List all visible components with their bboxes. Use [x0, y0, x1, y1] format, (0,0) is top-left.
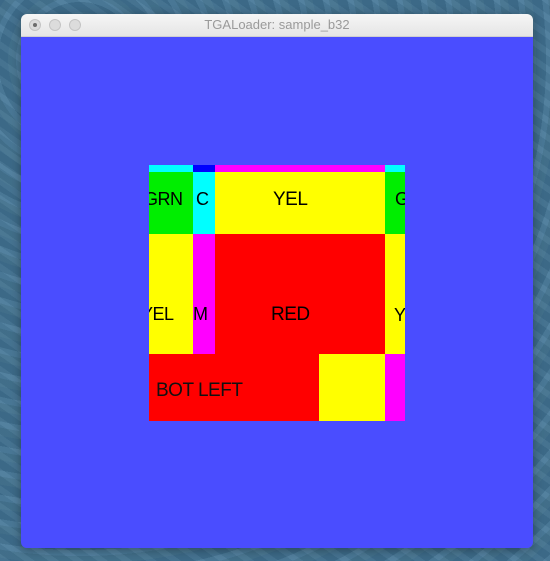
- top-blue-strip: [193, 165, 215, 172]
- label-yel-left: YEL: [149, 304, 174, 324]
- yellow-block-bottom: [319, 354, 385, 421]
- label-y-right: Y: [394, 305, 405, 325]
- label-g-right: G: [395, 189, 405, 209]
- magenta-block: [193, 234, 215, 354]
- label-yel-top: YEL: [273, 189, 308, 210]
- label-red: RED: [271, 304, 310, 325]
- label-m: M: [193, 304, 208, 324]
- label-grn: GRN: [149, 189, 183, 209]
- app-window: TGALoader: sample_b32 GRN C YEL G YEL M: [21, 14, 533, 548]
- yellow-block-left: [149, 234, 193, 354]
- red-block-center: [215, 234, 385, 354]
- texture-image: GRN C YEL G YEL M RED Y BOT LEFT: [149, 165, 405, 421]
- window-title: TGALoader: sample_b32: [204, 17, 350, 32]
- top-right-cyan-strip: [385, 165, 405, 172]
- label-c: C: [196, 189, 209, 209]
- top-cyan-strip: [149, 165, 193, 172]
- top-magenta-strip: [215, 165, 385, 172]
- label-bot-left: BOT LEFT: [156, 380, 243, 401]
- title-bar[interactable]: TGALoader: sample_b32: [21, 14, 533, 37]
- render-canvas[interactable]: GRN C YEL G YEL M RED Y BOT LEFT: [21, 37, 533, 548]
- magenta-block-bottom-right: [385, 354, 405, 421]
- yellow-block-right: [385, 234, 405, 354]
